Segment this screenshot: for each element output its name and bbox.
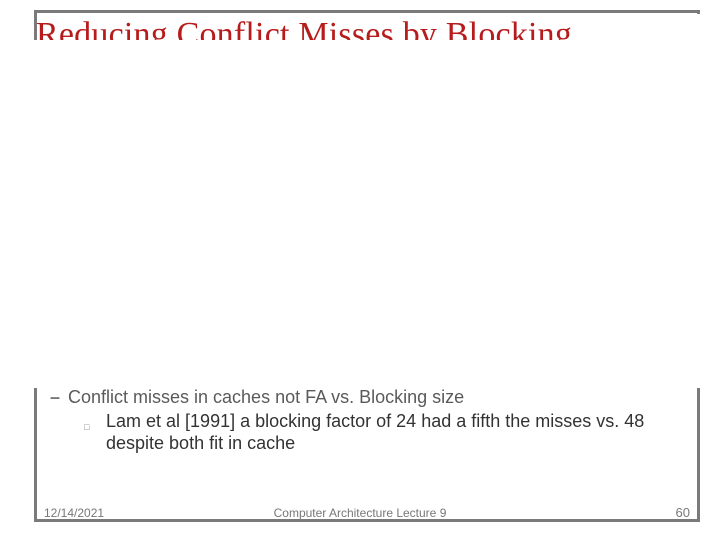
bullet-text: Conflict misses in caches not FA vs. Blo… [68, 386, 464, 408]
square-bullet-icon: □ [84, 410, 106, 438]
footer-page-number: 60 [676, 505, 690, 520]
bullet-level-1: – Conflict misses in caches not FA vs. B… [50, 386, 690, 408]
bullet-level-2: □ Lam et al [1991] a blocking factor of … [84, 410, 690, 454]
slide-body: – Conflict misses in caches not FA vs. B… [50, 386, 690, 454]
occlusion-right-notch [692, 14, 714, 40]
occlusion-main [22, 40, 714, 388]
dash-icon: – [50, 386, 68, 408]
footer-center: Computer Architecture Lecture 9 [0, 506, 720, 520]
sub-bullet-text: Lam et al [1991] a blocking factor of 24… [106, 410, 690, 454]
